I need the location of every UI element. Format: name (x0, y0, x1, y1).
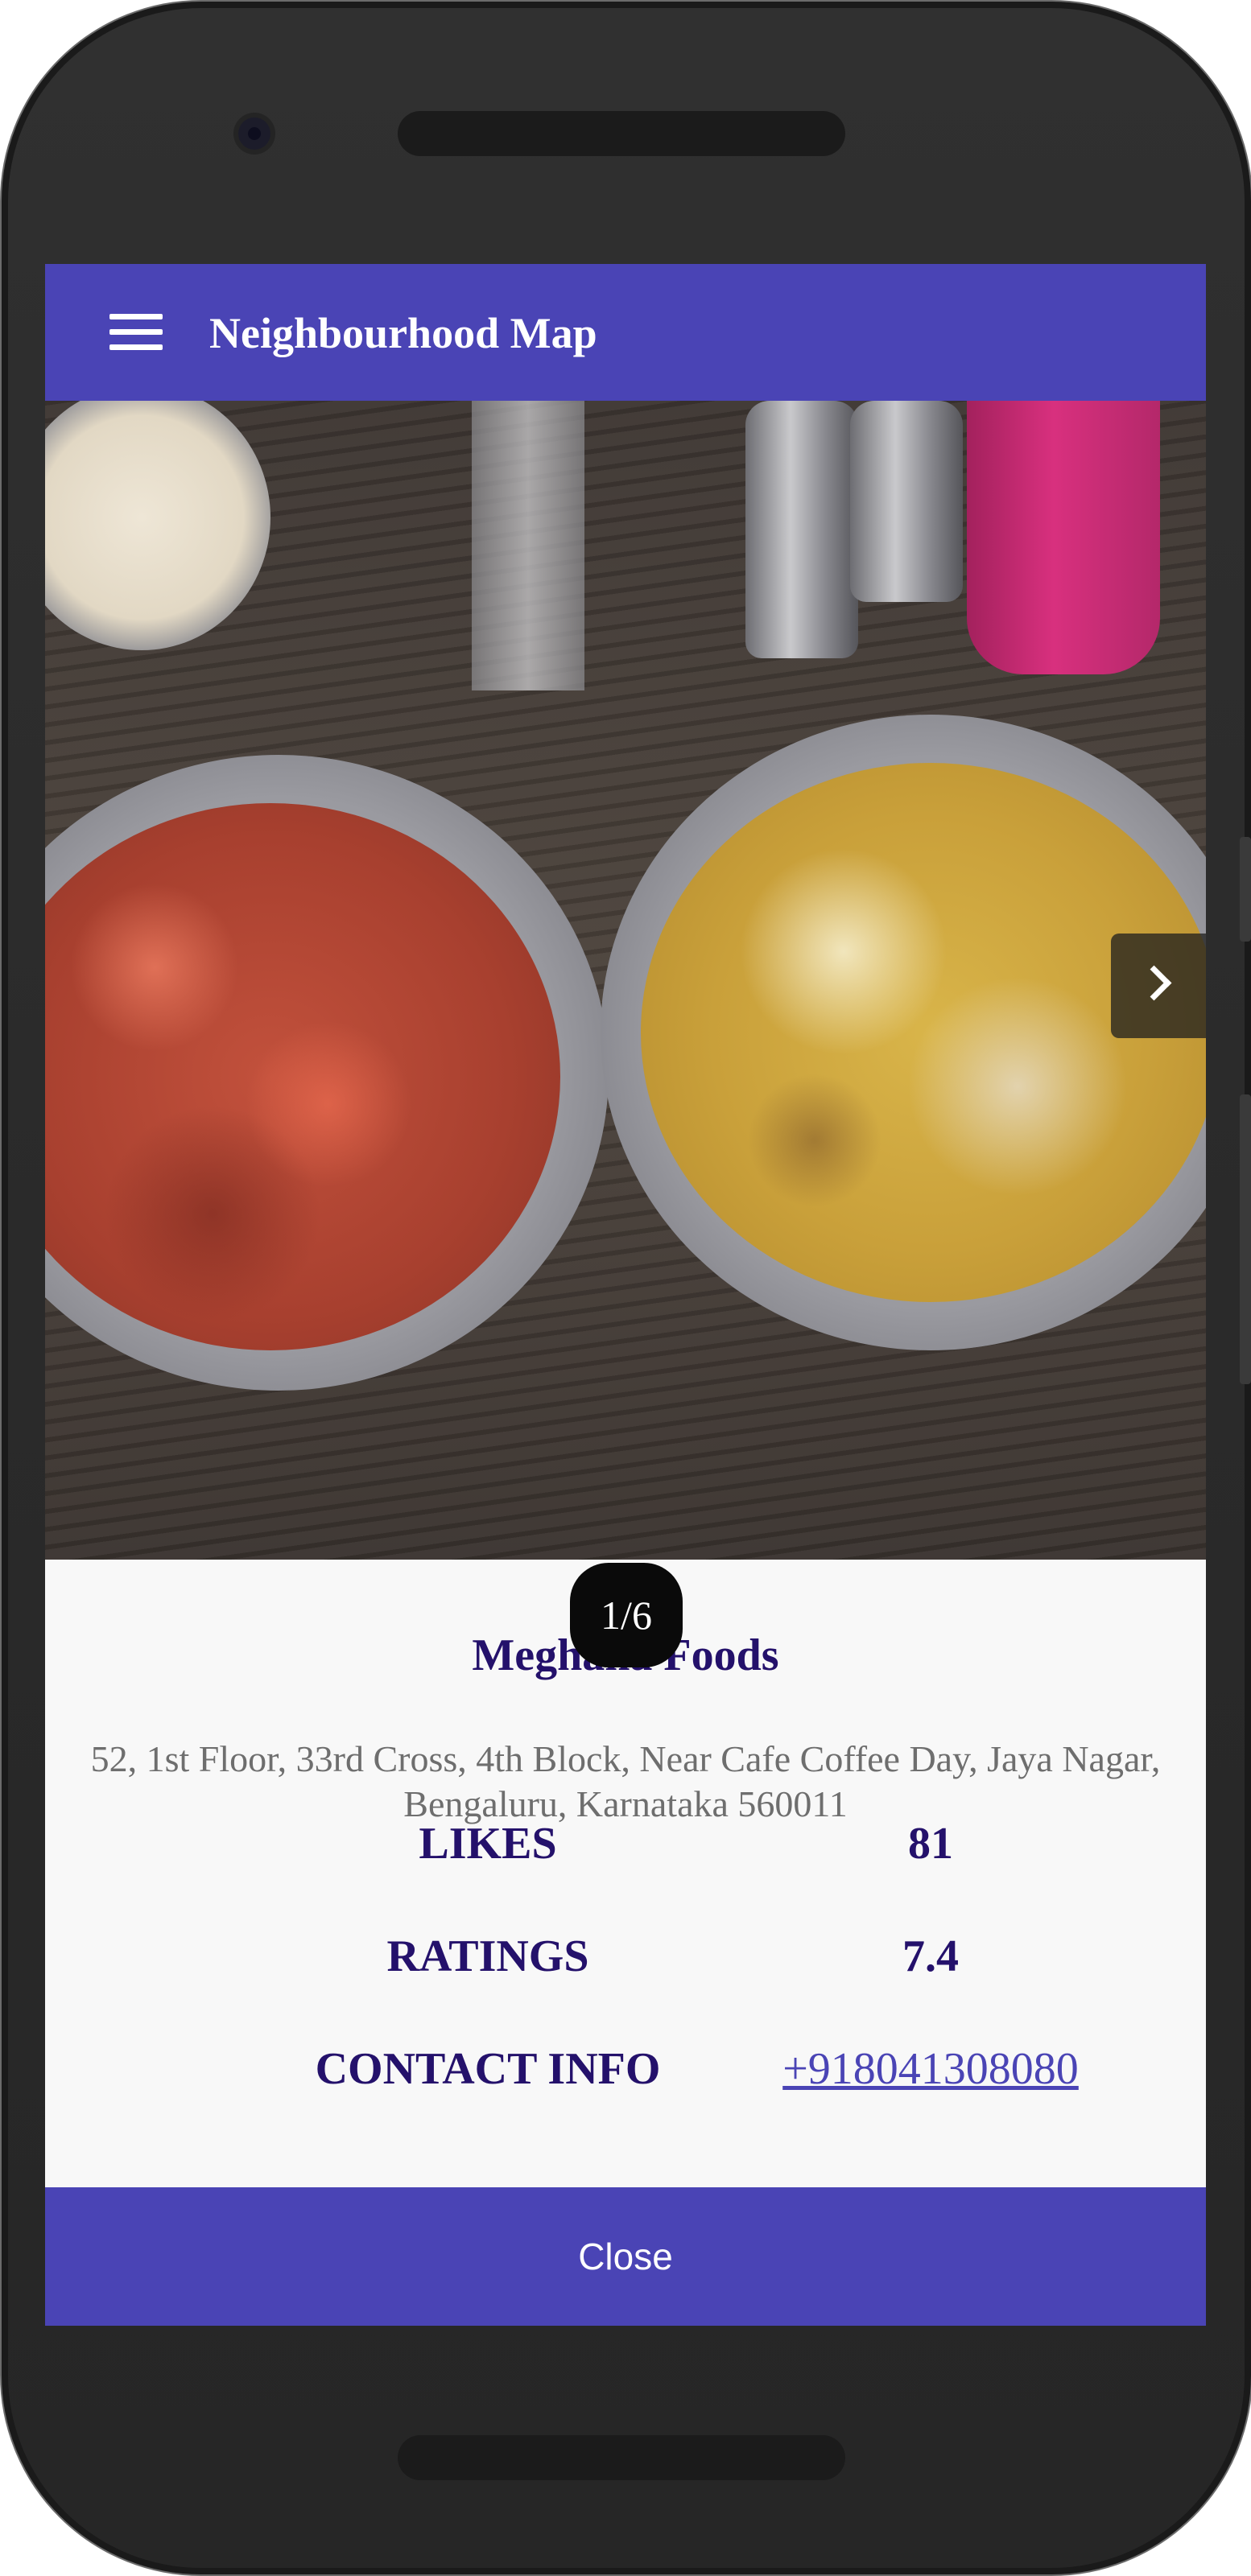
contact-phone-link[interactable]: +918041308080 (721, 2041, 1140, 2097)
app-screen: Neighbourhood Map Meghana Foods 52, 1st … (45, 264, 1206, 2326)
close-button[interactable]: Close (45, 2187, 1206, 2326)
photo-counter: 1/6 (570, 1563, 683, 1667)
chevron-right-icon (1136, 965, 1172, 1001)
volume-button (1240, 1094, 1251, 1384)
app-title: Neighbourhood Map (209, 309, 597, 357)
front-camera (238, 117, 270, 150)
power-button (1240, 837, 1251, 942)
app-bar: Neighbourhood Map (45, 264, 1206, 401)
photo-bottle (967, 401, 1160, 674)
place-photo[interactable] (45, 401, 1206, 1560)
likes-value: 81 (908, 1819, 953, 1869)
photo-holder (472, 401, 584, 690)
ratings-value: 7.4 (902, 1931, 959, 1981)
earpiece-speaker (398, 111, 845, 156)
photo-shaker-1 (745, 401, 858, 658)
likes-label: LIKES (419, 1819, 557, 1869)
contact-info-label: CONTACT INFO (315, 2044, 661, 2094)
hamburger-menu-icon[interactable] (109, 314, 163, 351)
next-photo-button[interactable] (1111, 934, 1206, 1038)
ratings-label: RATINGS (386, 1931, 589, 1981)
place-address: 52, 1st Floor, 33rd Cross, 4th Block, Ne… (90, 1738, 1161, 1824)
photo-shaker-2 (850, 401, 963, 602)
photo-raita-bowl (45, 401, 270, 650)
bottom-speaker (398, 2435, 845, 2480)
